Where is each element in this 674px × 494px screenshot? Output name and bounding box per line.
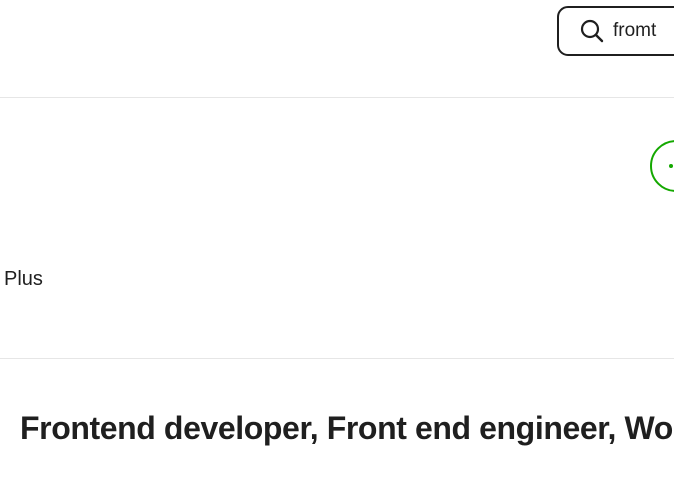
ellipsis-icon [669, 164, 673, 168]
page: l Plus Frontend developer, Front end eng… [0, 0, 674, 494]
top-bar [0, 0, 674, 98]
plan-label: l Plus [0, 268, 43, 290]
more-options-button[interactable] [650, 140, 674, 192]
plan-section: l Plus [0, 98, 674, 359]
job-title-link[interactable]: Frontend developer, Front end engineer, … [20, 410, 674, 447]
search-icon[interactable] [579, 18, 605, 44]
search-input[interactable] [613, 20, 674, 42]
search-box[interactable] [557, 6, 674, 56]
